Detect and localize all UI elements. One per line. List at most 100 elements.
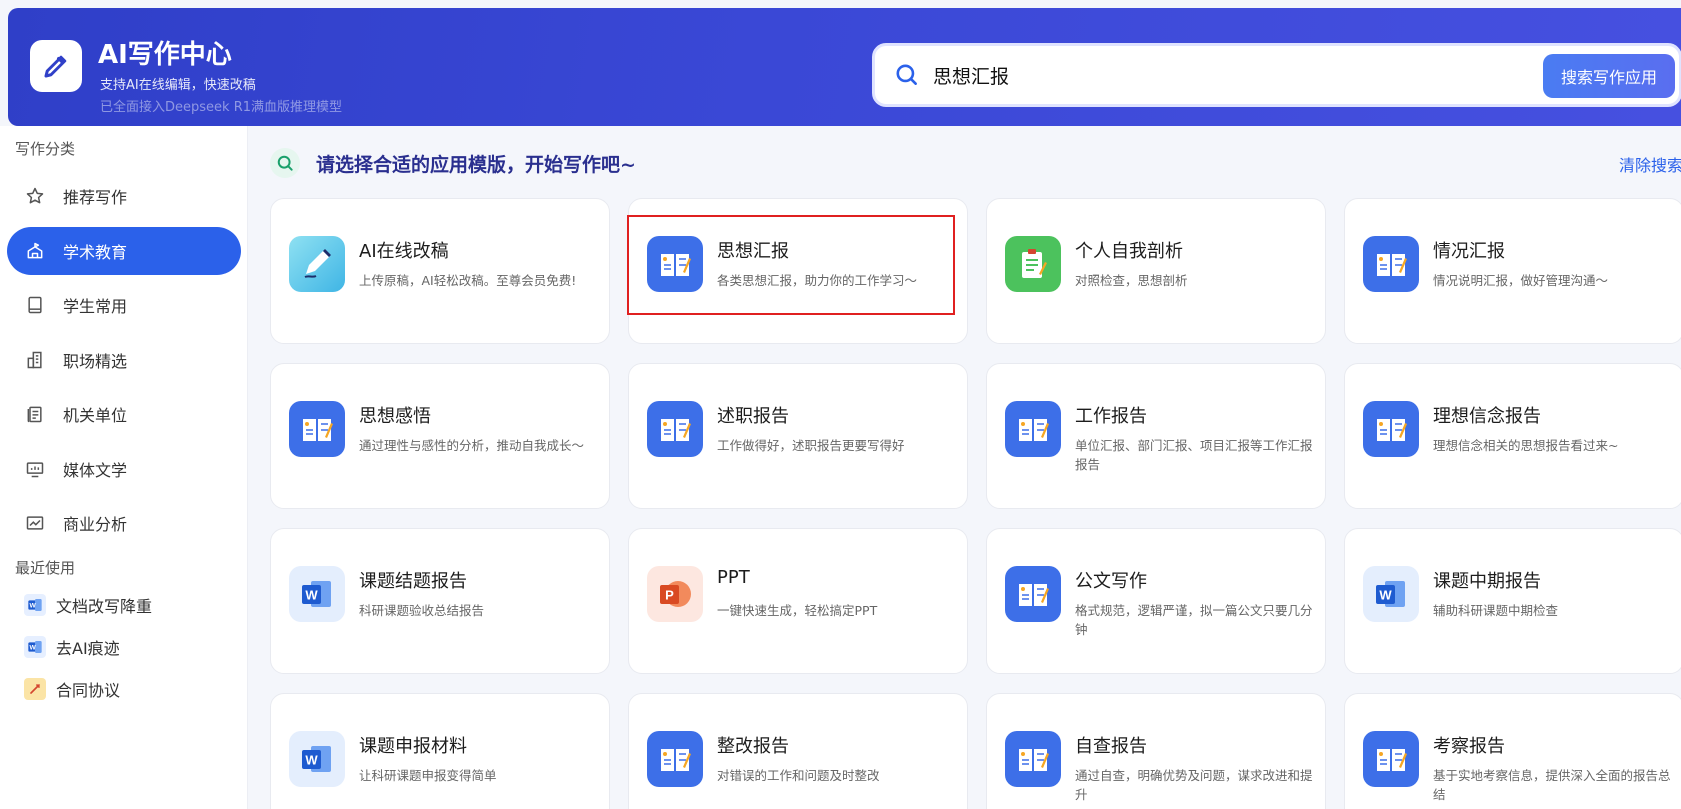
- search-button[interactable]: 搜索写作应用: [1543, 54, 1675, 98]
- template-card[interactable]: 工作报告 单位汇报、部门汇报、项目汇报等工作汇报报告: [986, 363, 1326, 509]
- word-icon: W: [24, 594, 46, 616]
- card-description: 上传原稿，AI轻松改稿。至尊会员免费!: [359, 273, 577, 288]
- search-input[interactable]: [933, 64, 1493, 86]
- template-card[interactable]: 思想感悟 通过理性与感性的分析，推动自我成长～: [270, 363, 610, 509]
- template-card[interactable]: 理想信念报告 理想信念相关的思想报告看过来~: [1344, 363, 1681, 509]
- card-description: 一键快速生成，轻松搞定PPT: [717, 603, 878, 618]
- sidebar: 写作分类 推荐写作 学术教育 学生常用 职场精选 机关单位 媒体文学 商业分析 …: [0, 126, 248, 809]
- clear-search-link[interactable]: 清除搜索: [1619, 152, 1681, 176]
- template-card[interactable]: P PPT 一键快速生成，轻松搞定PPT: [628, 528, 968, 674]
- sidebar-item-business[interactable]: 商业分析: [7, 499, 241, 547]
- recent-item-label: 去AI痕迹: [56, 639, 120, 658]
- notebook-icon: [289, 401, 345, 457]
- notebook-icon: [1005, 401, 1061, 457]
- word-icon: W: [24, 636, 46, 658]
- card-title: 课题结题报告: [359, 571, 467, 592]
- recent-item-remove-ai[interactable]: W 去AI痕迹: [24, 635, 120, 659]
- sidebar-item-media[interactable]: 媒体文学: [7, 445, 241, 493]
- search-bar: 搜索写作应用: [872, 43, 1681, 107]
- recent-item-label: 文档改写降重: [56, 597, 153, 616]
- word-icon: W: [289, 566, 345, 622]
- card-title: PPT: [717, 567, 750, 588]
- category-label: 写作分类: [15, 140, 76, 158]
- card-title: 情况汇报: [1433, 241, 1505, 262]
- template-card[interactable]: 自查报告 通过自查，明确优势及问题，谋求改进和提升: [986, 693, 1326, 809]
- notebook-icon: [1363, 401, 1419, 457]
- card-title: 思想感悟: [359, 406, 431, 427]
- template-card[interactable]: 考察报告 基于实地考察信息，提供深入全面的报告总结: [1344, 693, 1681, 809]
- card-title: 思想汇报: [717, 241, 789, 262]
- card-title: 理想信念报告: [1433, 406, 1541, 427]
- card-title: 整改报告: [717, 736, 789, 757]
- header-banner: AI写作中心 支持AI在线编辑，快速改稿 已全面接入Deepseek R1满血版…: [8, 8, 1681, 126]
- sidebar-item-label: 媒体文学: [63, 461, 128, 480]
- document-icon: [23, 402, 47, 426]
- card-description: 格式规范，逻辑严谨，拟一篇公文只要几分钟: [1075, 603, 1313, 637]
- template-card[interactable]: 思想汇报 各类思想汇报，助力你的工作学习～: [628, 198, 968, 344]
- media-icon: [23, 457, 47, 481]
- template-card[interactable]: W 课题结题报告 科研课题验收总结报告: [270, 528, 610, 674]
- recent-label: 最近使用: [15, 559, 76, 577]
- card-description: 基于实地考察信息，提供深入全面的报告总结: [1433, 768, 1671, 802]
- card-description: 情况说明汇报，做好管理沟通～: [1433, 273, 1609, 288]
- notebook-icon: [647, 731, 703, 787]
- card-description: 单位汇报、部门汇报、项目汇报等工作汇报报告: [1075, 438, 1313, 472]
- card-description: 对错误的工作和问题及时整改: [717, 768, 880, 783]
- card-description: 通过理性与感性的分析，推动自我成长～: [359, 438, 585, 453]
- sidebar-item-recommend[interactable]: 推荐写作: [7, 172, 241, 220]
- card-description: 通过自查，明确优势及问题，谋求改进和提升: [1075, 768, 1313, 802]
- card-description: 对照检查，思想剖析: [1075, 273, 1188, 288]
- recent-item-contract[interactable]: 合同协议: [24, 677, 120, 701]
- card-description: 让科研课题申报变得简单: [359, 768, 497, 783]
- word-icon: W: [289, 731, 345, 787]
- notebook-icon: [1363, 236, 1419, 292]
- svg-text:W: W: [1379, 588, 1392, 603]
- sidebar-item-label: 机关单位: [63, 406, 128, 425]
- svg-text:W: W: [305, 588, 318, 603]
- sidebar-item-workplace[interactable]: 职场精选: [7, 336, 241, 384]
- card-title: 述职报告: [717, 406, 789, 427]
- template-card[interactable]: W 课题中期报告 辅助科研课题中期检查: [1344, 528, 1681, 674]
- app-title: AI写作中心: [98, 40, 232, 70]
- card-description: 理想信念相关的思想报告看过来~: [1433, 438, 1619, 453]
- ppt-icon: P: [647, 566, 703, 622]
- sidebar-item-label: 推荐写作: [63, 188, 128, 207]
- card-title: 课题申报材料: [359, 736, 467, 757]
- pencil-icon: [30, 40, 82, 92]
- page-title: 请选择合适的应用模版，开始写作吧~: [316, 153, 636, 176]
- card-title: 课题中期报告: [1433, 571, 1541, 592]
- sidebar-item-academic[interactable]: 学术教育: [7, 227, 241, 275]
- star-icon: [23, 184, 47, 208]
- card-title: 工作报告: [1075, 406, 1147, 427]
- pen-icon: [289, 236, 345, 292]
- card-title: 考察报告: [1433, 736, 1505, 757]
- sidebar-item-government[interactable]: 机关单位: [7, 390, 241, 438]
- template-card[interactable]: 个人自我剖析 对照检查，思想剖析: [986, 198, 1326, 344]
- card-title: AI在线改稿: [359, 241, 449, 262]
- academic-icon: [23, 239, 47, 263]
- card-title: 个人自我剖析: [1075, 241, 1183, 262]
- app-subtitle: 支持AI在线编辑，快速改稿: [100, 78, 256, 93]
- template-card[interactable]: AI在线改稿 上传原稿，AI轻松改稿。至尊会员免费!: [270, 198, 610, 344]
- notebook-icon: [1005, 731, 1061, 787]
- sidebar-item-student[interactable]: 学生常用: [7, 281, 241, 329]
- svg-text:W: W: [30, 603, 37, 610]
- card-description: 工作做得好，述职报告更要写得好: [717, 438, 905, 453]
- recent-item-label: 合同协议: [56, 681, 121, 700]
- card-title: 公文写作: [1075, 571, 1147, 592]
- svg-text:W: W: [305, 753, 318, 768]
- template-card[interactable]: 述职报告 工作做得好，述职报告更要写得好: [628, 363, 968, 509]
- notebook-icon: [647, 236, 703, 292]
- template-card[interactable]: 情况汇报 情况说明汇报，做好管理沟通～: [1344, 198, 1681, 344]
- card-description: 科研课题验收总结报告: [359, 603, 485, 618]
- template-card[interactable]: W 课题申报材料 让科研课题申报变得简单: [270, 693, 610, 809]
- svg-text:P: P: [665, 588, 674, 603]
- app-subtitle-2: 已全面接入Deepseek R1满血版推理模型: [100, 100, 342, 115]
- template-card[interactable]: 整改报告 对错误的工作和问题及时整改: [628, 693, 968, 809]
- book-icon: [23, 293, 47, 317]
- clipboard-icon: [1005, 236, 1061, 292]
- chart-icon: [23, 511, 47, 535]
- template-card[interactable]: 公文写作 格式规范，逻辑严谨，拟一篇公文只要几分钟: [986, 528, 1326, 674]
- recent-item-rewrite[interactable]: W 文档改写降重: [24, 593, 152, 617]
- sidebar-item-label: 职场精选: [63, 352, 128, 371]
